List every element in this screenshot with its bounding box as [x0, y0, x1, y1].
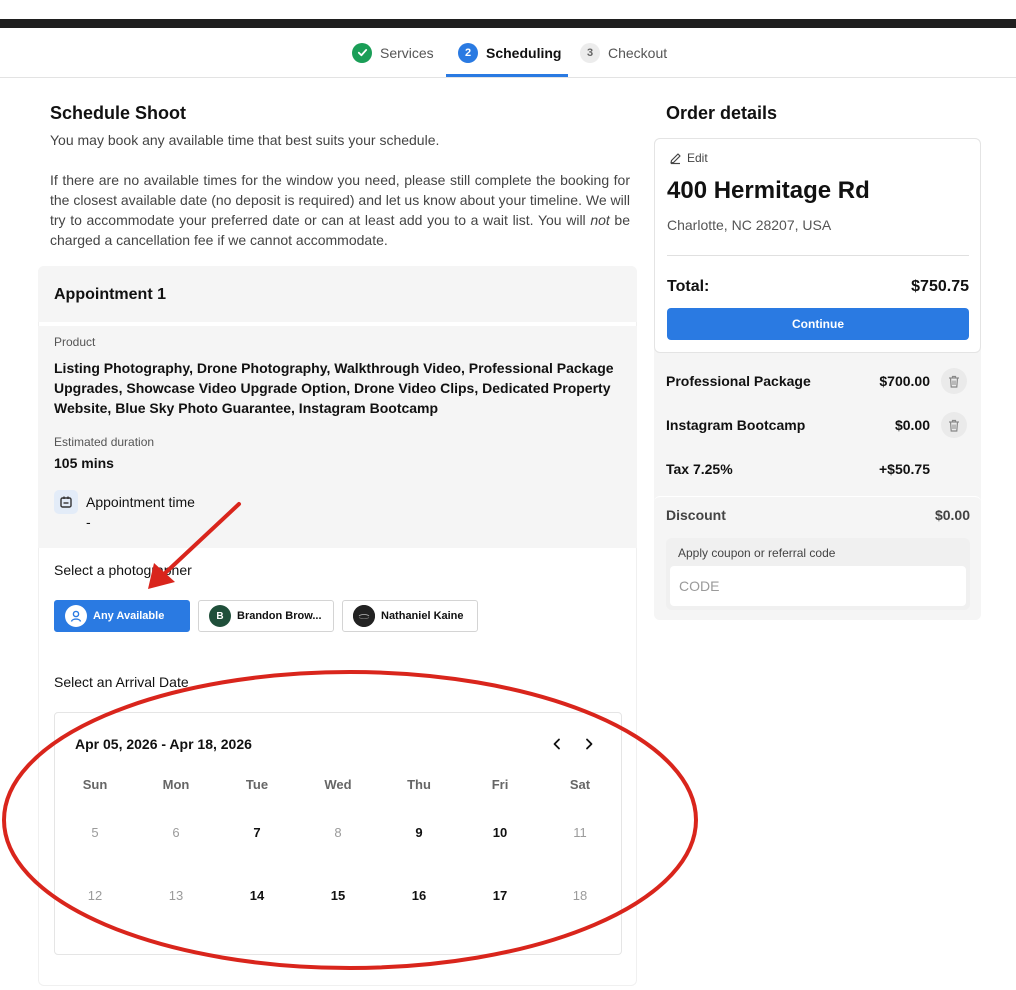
appointment-title: Appointment 1 — [54, 286, 166, 303]
top-bar — [0, 19, 1016, 28]
total-label: Total: — [667, 278, 710, 295]
calendar-day: 8 — [334, 825, 342, 840]
calendar-day[interactable]: 10 — [470, 825, 530, 840]
intro-text: You may book any available time that bes… — [50, 132, 440, 148]
step-number: 2 — [458, 42, 478, 63]
avatar — [353, 605, 375, 627]
weekday-label: Tue — [245, 777, 269, 792]
tax-label: Tax 7.25% — [666, 461, 733, 477]
calendar-range: Apr 05, 2026 - Apr 18, 2026 — [75, 736, 252, 752]
line-item-price: $700.00 — [879, 373, 930, 389]
appointment-time-value: - — [86, 514, 91, 530]
intro-notice: If there are no available times for the … — [50, 172, 630, 248]
address-line-2: Charlotte, NC 28207, USA — [667, 217, 832, 233]
coupon-label: Apply coupon or referral code — [678, 546, 836, 560]
photographer-label: Select a photographer — [54, 562, 192, 578]
appointment-time-label: Appointment time — [86, 494, 195, 510]
weekday-label: Wed — [324, 777, 352, 792]
active-step-indicator — [446, 74, 568, 77]
photographer-any-available[interactable]: Any Available — [54, 600, 190, 632]
continue-button[interactable]: Continue — [667, 308, 969, 340]
total-value: $750.75 — [911, 278, 969, 295]
step-scheduling[interactable]: 2 Scheduling — [458, 28, 561, 77]
calendar-day[interactable]: 17 — [470, 888, 530, 903]
product-label: Product — [54, 335, 96, 349]
line-item-name: Instagram Bootcamp — [666, 417, 806, 433]
calendar-day: 13 — [168, 888, 184, 903]
duration-value: 105 mins — [54, 455, 114, 471]
photographer-name: Nathaniel Kaine — [381, 610, 464, 622]
photographer-name: Brandon Brow... — [237, 610, 322, 622]
avatar: B — [209, 605, 231, 627]
page-title: Schedule Shoot — [50, 103, 187, 123]
calendar-day: 6 — [172, 825, 180, 840]
discount-label: Discount — [666, 507, 726, 523]
order-details-title: Order details — [666, 103, 778, 123]
trash-icon[interactable] — [941, 368, 967, 394]
step-label: Scheduling — [486, 44, 562, 61]
address-line-1: 400 Hermitage Rd — [667, 177, 870, 204]
calendar-day: 12 — [87, 888, 103, 903]
chevron-right-icon[interactable] — [579, 734, 599, 754]
step-services[interactable]: Services — [352, 28, 434, 77]
photographer-name: Any Available — [93, 610, 165, 622]
weekday-label: Fri — [491, 777, 509, 792]
product-list: Listing Photography, Drone Photography, … — [54, 360, 614, 416]
calendar-day[interactable]: 14 — [227, 888, 287, 903]
checkout-stepper: Services 2 Scheduling 3 Checkout — [0, 28, 1016, 78]
tax-value: +$50.75 — [879, 461, 930, 477]
weekday-label: Sat — [569, 777, 591, 792]
arrival-date-label: Select an Arrival Date — [54, 674, 189, 690]
edit-address-link[interactable]: Edit — [669, 151, 708, 165]
calendar-day[interactable]: 7 — [227, 825, 287, 840]
weekday-label: Thu — [407, 777, 431, 792]
chevron-left-icon[interactable] — [547, 734, 567, 754]
line-item-price: $0.00 — [894, 417, 930, 433]
user-icon — [65, 605, 87, 627]
calendar-day[interactable]: 15 — [308, 888, 368, 903]
duration-label: Estimated duration — [54, 435, 155, 449]
calendar-day: 11 — [573, 825, 587, 840]
divider — [667, 255, 969, 256]
step-label: Checkout — [608, 44, 668, 61]
weekday-label: Sun — [82, 777, 108, 792]
calendar-day: 5 — [91, 825, 99, 840]
coupon-code-input[interactable] — [670, 566, 966, 606]
step-label: Services — [380, 44, 434, 61]
step-number: 3 — [580, 42, 600, 63]
weekday-label: Mon — [162, 777, 190, 792]
calendar-day: 18 — [572, 888, 588, 903]
check-icon — [352, 42, 372, 63]
trash-icon[interactable] — [941, 412, 967, 438]
photographer-brandon[interactable]: B Brandon Brow... — [198, 600, 334, 632]
calendar-day[interactable]: 16 — [389, 888, 449, 903]
calendar-day[interactable]: 9 — [389, 825, 449, 840]
edit-label: Edit — [687, 151, 708, 165]
pencil-icon — [670, 152, 681, 164]
calendar-icon — [54, 490, 78, 514]
photographer-nathaniel[interactable]: Nathaniel Kaine — [342, 600, 478, 632]
discount-value: $0.00 — [934, 507, 970, 523]
line-item-name: Professional Package — [666, 373, 811, 389]
step-checkout[interactable]: 3 Checkout — [580, 28, 667, 77]
